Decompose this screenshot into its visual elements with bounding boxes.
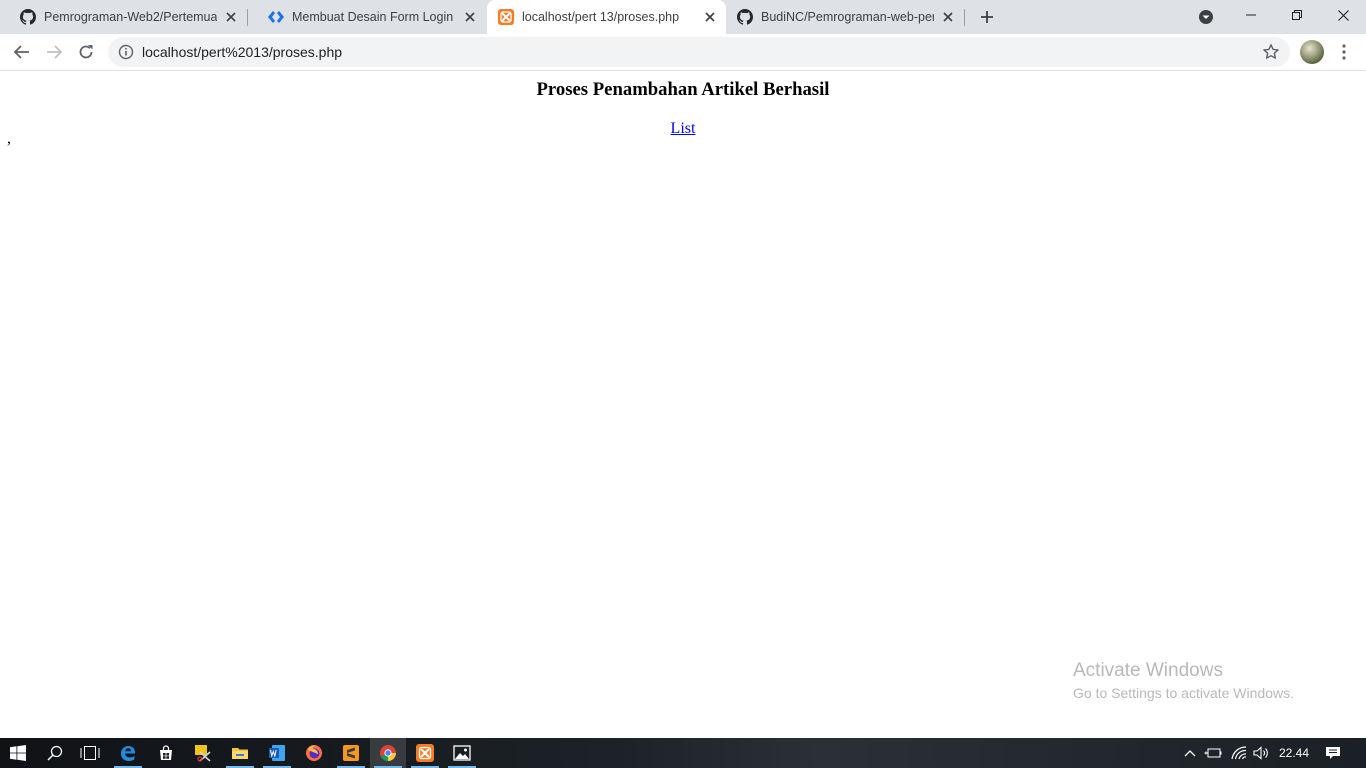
tab-search-button[interactable] [1197, 8, 1215, 26]
reload-icon [79, 45, 93, 59]
activate-windows-watermark: Activate Windows Go to Settings to activ… [1073, 660, 1294, 701]
wifi-icon [1231, 746, 1247, 760]
windows-start-icon [10, 745, 26, 761]
close-tab-icon[interactable] [462, 9, 478, 25]
minimize-button[interactable] [1228, 0, 1274, 30]
plus-icon [981, 11, 993, 23]
arrow-left-icon [14, 45, 29, 59]
file-explorer-icon [232, 748, 248, 759]
taskbar-word[interactable] [259, 738, 295, 768]
github-icon [20, 9, 36, 25]
firefox-icon [306, 745, 322, 761]
tab-title: localhost/pert 13/proses.php [522, 10, 680, 24]
chrome-icon [380, 745, 396, 761]
tab-strip: Pemrograman-Web2/Pertemuan 13 Membuat De… [0, 0, 1366, 34]
watermark-subtitle: Go to Settings to activate Windows. [1073, 685, 1294, 701]
volume-indicator[interactable] [1250, 738, 1272, 768]
network-indicator[interactable] [1228, 738, 1250, 768]
sublime-text-icon [343, 745, 359, 761]
taskbar-clock[interactable]: 22.44 [1272, 738, 1316, 768]
taskbar-file-explorer[interactable] [222, 738, 258, 768]
word-icon [269, 745, 285, 761]
action-center-button[interactable] [1320, 738, 1346, 768]
taskbar-firefox[interactable] [296, 738, 332, 768]
page-content: Proses Penambahan Artikel Berhasil List … [0, 71, 1366, 738]
stray-text: , [7, 130, 11, 147]
chevron-up-icon [1184, 750, 1196, 757]
taskbar-photos[interactable] [444, 738, 480, 768]
close-tab-icon[interactable] [940, 9, 956, 25]
taskbar-edge[interactable] [110, 738, 146, 768]
taskbar-xampp[interactable] [407, 738, 443, 768]
battery-charging-icon [1204, 748, 1222, 758]
speaker-icon [1253, 746, 1268, 760]
store-icon [160, 745, 172, 760]
snipping-tool-icon [195, 745, 211, 762]
tab-title: Pemrograman-Web2/Pertemuan 13 [44, 10, 217, 24]
menu-button[interactable] [1336, 40, 1352, 64]
browser-toolbar: localhost/pert%2013/proses.php [0, 34, 1366, 71]
tab-separator [964, 9, 965, 26]
new-tab-button[interactable] [975, 5, 999, 29]
start-button[interactable] [0, 738, 36, 768]
show-hidden-icons-button[interactable] [1180, 738, 1200, 768]
page-heading: Proses Penambahan Artikel Berhasil [536, 79, 830, 100]
search-icon [47, 745, 63, 761]
address-bar[interactable]: localhost/pert%2013/proses.php [108, 37, 1290, 67]
bookmark-star-icon[interactable] [1262, 43, 1280, 61]
info-icon[interactable] [118, 44, 134, 60]
tab-membuat-desain[interactable]: Membuat Desain Form Login Dengan [248, 0, 486, 34]
taskbar-search[interactable] [37, 738, 73, 768]
back-button[interactable] [8, 38, 36, 66]
tab-localhost-proses[interactable]: localhost/pert 13/proses.php [487, 0, 726, 34]
list-link-container: List [0, 120, 1366, 138]
tab-title: Membuat Desain Form Login Dengan [292, 10, 456, 24]
task-view-icon [80, 746, 100, 760]
taskbar-sublime[interactable] [333, 738, 369, 768]
tab-pemrograman-web2[interactable]: Pemrograman-Web2/Pertemuan 13 [0, 0, 247, 34]
xampp-icon [498, 9, 514, 25]
battery-indicator[interactable] [1202, 738, 1224, 768]
reload-button[interactable] [72, 38, 100, 66]
windows-taskbar: 22.44 [0, 738, 1366, 768]
profile-avatar[interactable] [1300, 40, 1324, 64]
taskbar-snipping-tool[interactable] [185, 738, 221, 768]
url-text[interactable]: localhost/pert%2013/proses.php [142, 44, 342, 60]
minimize-icon [1246, 14, 1256, 16]
restore-icon [1292, 10, 1302, 20]
close-tab-icon[interactable] [702, 9, 718, 25]
arrow-right-icon [47, 45, 62, 59]
codepolitan-icon [268, 9, 284, 25]
watermark-title: Activate Windows [1073, 660, 1223, 681]
close-tab-icon[interactable] [223, 9, 239, 25]
taskbar-store[interactable] [148, 738, 184, 768]
tab-budinc-repo[interactable]: BudiNC/Pemrograman-web-pert [727, 0, 964, 34]
taskbar-chrome[interactable] [370, 738, 406, 768]
close-window-button[interactable] [1320, 0, 1366, 30]
edge-icon [121, 746, 135, 761]
list-link[interactable]: List [671, 120, 696, 137]
tab-title: BudiNC/Pemrograman-web-pert [761, 10, 934, 24]
chevron-down-circle-icon [1199, 10, 1213, 24]
xampp-icon [416, 744, 434, 762]
restore-button[interactable] [1274, 0, 1320, 30]
github-icon [737, 9, 753, 25]
close-icon [1337, 9, 1349, 21]
task-view-button[interactable] [72, 738, 108, 768]
photos-icon [453, 745, 471, 761]
notification-icon [1326, 747, 1340, 759]
more-vert-icon [1342, 44, 1346, 60]
forward-button[interactable] [40, 38, 68, 66]
